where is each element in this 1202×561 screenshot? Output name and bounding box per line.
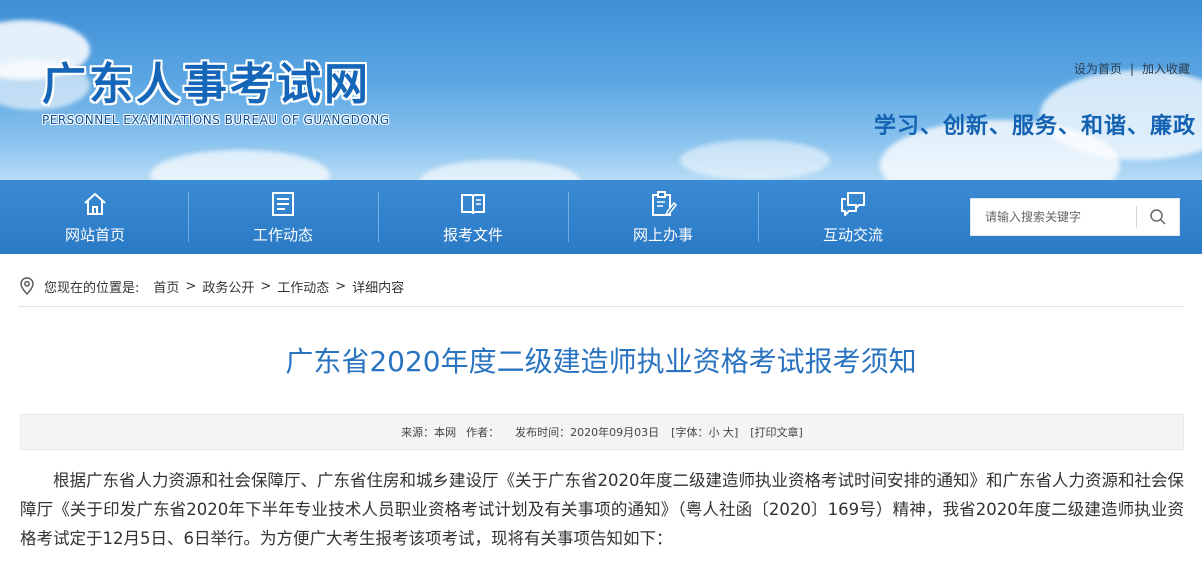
- home-icon: [84, 192, 106, 215]
- cloud-decoration: [420, 160, 580, 180]
- add-favorite-link[interactable]: 加入收藏: [1142, 62, 1190, 76]
- nav-item-label: 报考文件: [442, 225, 503, 244]
- site-slogan: 学习、创新、服务、和谐、廉政: [873, 114, 1196, 139]
- cloud-decoration: [680, 140, 830, 180]
- nav-item-label: 互动交流: [822, 225, 883, 244]
- search-button[interactable]: [1137, 199, 1179, 235]
- nav-item-home[interactable]: 网站首页: [0, 180, 190, 254]
- book-icon: [461, 193, 485, 214]
- top-links: 设为首页 | 加入收藏: [1074, 60, 1190, 77]
- top-links-separator: |: [1129, 62, 1134, 76]
- site-logo-subtitle: PERSONNEL EXAMINATIONS BUREAU OF GUANGDO…: [42, 113, 390, 127]
- nav-item-label: 工作动态: [252, 225, 313, 244]
- nav-item-documents[interactable]: 报考文件: [378, 180, 568, 254]
- breadcrumb-home[interactable]: 首页: [153, 277, 179, 296]
- site-header: 广东人事考试网 PERSONNEL EXAMINATIONS BUREAU OF…: [0, 0, 1202, 180]
- nav-item-news[interactable]: 工作动态: [188, 180, 378, 254]
- location-pin-icon: [20, 277, 34, 295]
- article-body-paragraph: 根据广东省人力资源和社会保障厅、广东省住房和城乡建设厅《关于广东省2020年度二…: [20, 471, 1184, 548]
- article-title: 广东省2020年度二级建造师执业资格考试报考须知: [285, 345, 917, 378]
- search-icon: [1150, 209, 1166, 225]
- article-source: 来源：本网: [401, 426, 457, 439]
- search-input[interactable]: [971, 199, 1137, 235]
- news-list-icon: [272, 191, 294, 216]
- print-article-link[interactable]: [打印文章]: [750, 424, 803, 440]
- set-homepage-link[interactable]: 设为首页: [1074, 62, 1122, 76]
- breadcrumb-government-affairs[interactable]: 政务公开: [202, 277, 254, 296]
- article-publish-date: 发布时间：2020年09月03日: [515, 426, 660, 439]
- cloud-decoration: [150, 150, 330, 180]
- breadcrumb-current: 详细内容: [352, 280, 405, 296]
- article-author: 作者：: [466, 426, 500, 439]
- nav-item-label: 网上办事: [632, 225, 693, 244]
- nav-item-label: 网站首页: [64, 225, 125, 244]
- breadcrumb: 您现在的位置是: 首页 > 政务公开 > 工作动态 > 详细内容: [20, 274, 404, 298]
- breadcrumb-separator: >: [185, 278, 197, 294]
- breadcrumb-separator: >: [260, 278, 272, 294]
- article-meta-bar: 来源：本网 作者： 发布时间：2020年09月03日 [字体：小 大] [打印文…: [20, 414, 1184, 450]
- breadcrumb-prefix: 您现在的位置是:: [44, 280, 140, 296]
- breadcrumb-separator: >: [335, 278, 347, 294]
- breadcrumb-work-news[interactable]: 工作动态: [277, 277, 329, 296]
- clipboard-edit-icon: [652, 190, 677, 216]
- font-size-toggle[interactable]: [字体：小 大]: [671, 424, 738, 440]
- nav-item-online-service[interactable]: 网上办事: [568, 180, 758, 254]
- chat-bubbles-icon: [841, 191, 865, 216]
- search-box: [970, 198, 1180, 236]
- site-logo-title[interactable]: 广东人事考试网: [42, 48, 371, 112]
- breadcrumb-divider: [18, 306, 1184, 307]
- nav-item-interaction[interactable]: 互动交流: [758, 180, 948, 254]
